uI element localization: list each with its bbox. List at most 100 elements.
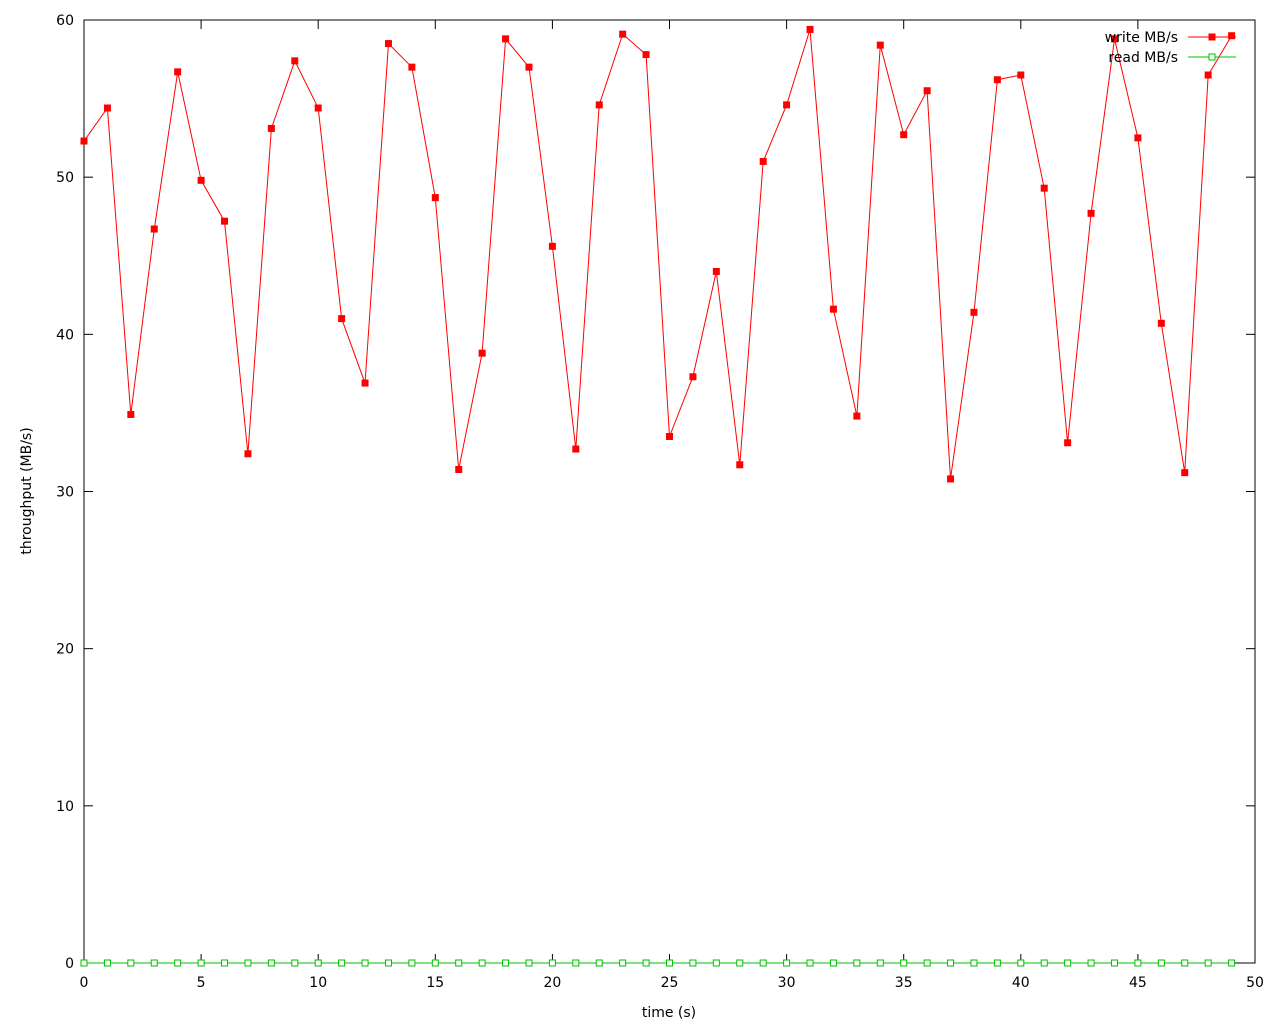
data-point	[174, 68, 182, 76]
x-tick-label: 30	[778, 975, 796, 991]
data-point	[923, 959, 931, 967]
data-point	[572, 959, 580, 967]
data-point	[666, 432, 673, 440]
data-point	[174, 959, 182, 967]
data-point	[80, 959, 88, 967]
data-point	[197, 176, 205, 184]
plot-frame	[83, 19, 1256, 964]
data-point	[642, 959, 650, 967]
data-point	[829, 959, 837, 967]
series-line	[83, 29, 1233, 479]
data-point	[1110, 959, 1118, 967]
data-point	[853, 412, 861, 420]
series-layer	[80, 25, 1236, 967]
data-point	[80, 137, 88, 145]
data-point	[1204, 71, 1212, 79]
data-point	[642, 51, 650, 59]
y-tick-label: 0	[65, 956, 74, 972]
x-tick-label: 35	[895, 975, 913, 991]
data-point	[947, 475, 955, 483]
data-point	[1181, 959, 1189, 967]
data-point	[876, 41, 884, 49]
data-point	[712, 267, 720, 275]
data-point	[783, 959, 791, 967]
series-1	[80, 959, 1236, 967]
data-point	[548, 959, 556, 967]
data-point	[689, 959, 697, 967]
data-point	[572, 445, 580, 453]
data-point	[736, 461, 744, 469]
data-point	[1087, 209, 1095, 217]
data-point	[502, 959, 510, 967]
data-point	[314, 959, 322, 967]
data-point	[244, 450, 252, 458]
data-point	[103, 104, 111, 112]
data-point	[455, 959, 463, 967]
data-point	[127, 959, 135, 967]
series-0	[80, 25, 1236, 483]
y-tick-label: 40	[56, 327, 74, 343]
data-point	[1228, 32, 1236, 40]
data-point	[244, 959, 252, 967]
data-point	[619, 30, 627, 38]
data-point	[221, 217, 229, 225]
legend-marker	[1208, 33, 1216, 41]
data-point	[291, 959, 299, 967]
throughput-chart: 0 5 10 15 20 25 30 35 40 45 50 0 10 20 30 40 50 60 write …	[19, 13, 1264, 1021]
data-point	[1017, 71, 1025, 79]
data-point	[150, 959, 158, 967]
data-point	[689, 373, 697, 381]
data-point	[876, 959, 884, 967]
data-point	[384, 959, 392, 967]
data-point	[806, 959, 814, 967]
data-point	[666, 959, 673, 967]
data-point	[525, 959, 533, 967]
data-point	[923, 87, 931, 95]
y-tick-label: 50	[56, 170, 74, 186]
data-point	[431, 194, 439, 202]
x-tick-label: 5	[197, 975, 206, 991]
data-point	[525, 63, 533, 71]
legend-label: write MB/s	[1105, 30, 1178, 46]
data-point	[759, 157, 767, 165]
data-point	[993, 76, 1001, 84]
data-point	[548, 242, 556, 250]
data-point	[291, 57, 299, 65]
data-point	[619, 959, 627, 967]
data-point	[1040, 184, 1048, 192]
data-point	[1064, 959, 1072, 967]
data-point	[502, 35, 510, 43]
data-point	[1181, 469, 1189, 477]
data-point	[361, 959, 369, 967]
data-point	[478, 959, 486, 967]
x-axis-label: time (s)	[642, 1005, 696, 1021]
data-point	[455, 465, 463, 473]
data-point	[431, 959, 439, 967]
data-point	[267, 124, 275, 132]
legend-label: read MB/s	[1108, 50, 1178, 66]
data-point	[221, 959, 229, 967]
x-tick-label: 25	[661, 975, 679, 991]
data-point	[947, 959, 955, 967]
data-point	[853, 959, 861, 967]
data-point	[338, 959, 346, 967]
data-point	[1228, 959, 1236, 967]
data-point	[970, 308, 978, 316]
x-tick-label: 40	[1012, 975, 1030, 991]
data-point	[900, 131, 908, 139]
y-tick-label: 10	[56, 799, 74, 815]
data-point	[712, 959, 720, 967]
x-tick-label: 0	[80, 975, 89, 991]
data-point	[595, 101, 603, 109]
x-tick-label: 45	[1129, 975, 1147, 991]
data-point	[384, 40, 392, 48]
data-point	[478, 349, 486, 357]
data-point	[103, 959, 111, 967]
data-point	[408, 959, 416, 967]
data-point	[314, 104, 322, 112]
data-point	[408, 63, 416, 71]
legend-marker	[1208, 53, 1216, 61]
data-point	[736, 959, 744, 967]
data-point	[1134, 959, 1142, 967]
data-point	[1157, 319, 1165, 327]
